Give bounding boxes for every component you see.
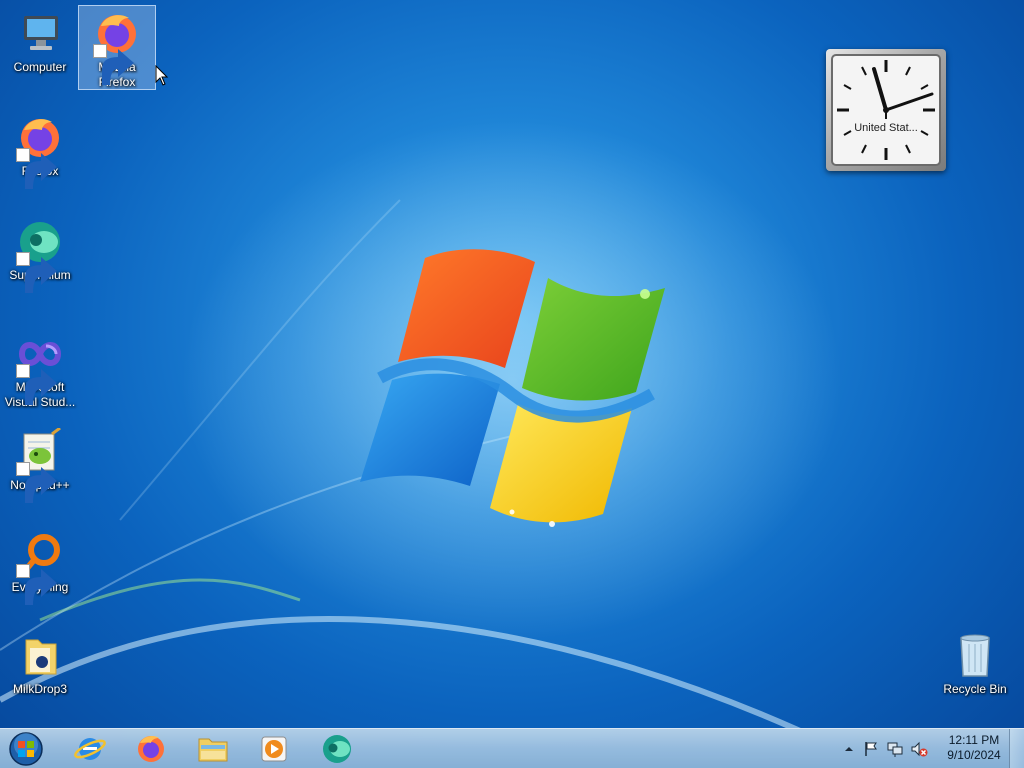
taskbar-clock[interactable]: 12:11 PM 9/10/2024: [939, 733, 1009, 763]
shortcut-arrow-icon: [16, 564, 57, 605]
desktop-icon-supermium[interactable]: Supermium: [1, 214, 79, 293]
desktop[interactable]: Computer Mozilla Firefox Firef: [0, 0, 1024, 768]
volume-muted-icon[interactable]: [910, 740, 928, 758]
action-center-flag-icon[interactable]: [862, 740, 880, 758]
desktop-icon-recycle-bin[interactable]: Recycle Bin: [936, 628, 1014, 698]
clock-gadget[interactable]: United Stat...: [826, 49, 946, 171]
taskbar-date: 9/10/2024: [947, 748, 1001, 762]
visual-studio-icon: [16, 330, 64, 405]
taskbar-windows-explorer[interactable]: [185, 731, 241, 767]
shortcut-arrow-icon: [16, 252, 57, 293]
desktop-icon-everything[interactable]: Everything: [1, 526, 79, 605]
taskbar-supermium[interactable]: [309, 731, 365, 767]
everything-search-icon: [16, 530, 64, 605]
supermium-icon: [323, 735, 351, 763]
network-icon[interactable]: [886, 740, 904, 758]
desktop-icon-milkdrop3[interactable]: MilkDrop3: [1, 628, 79, 698]
desktop-icon-firefox[interactable]: Firefox: [1, 110, 79, 189]
analog-clock-face: [831, 54, 941, 166]
shortcut-arrow-icon: [16, 364, 57, 405]
media-player-icon: [261, 736, 287, 762]
show-hidden-icons-icon[interactable]: [840, 740, 858, 758]
desktop-icon-mozilla-firefox[interactable]: Mozilla Firefox: [78, 5, 156, 90]
desktop-icon-visual-studio[interactable]: Microsoft Visual Stud...: [1, 326, 79, 409]
file-explorer-icon: [198, 738, 228, 762]
shortcut-arrow-icon: [16, 148, 57, 189]
clock-city-label: United Stat...: [854, 122, 918, 134]
desktop-icon-label: MilkDrop3: [12, 682, 67, 696]
desktop-icon-notepad-plus-plus[interactable]: Notepad++: [1, 424, 79, 503]
desktop-icon-label: Recycle Bin: [943, 682, 1007, 696]
recycle-bin-icon: [951, 632, 999, 680]
mouse-pointer-icon: [155, 65, 169, 87]
firefox-icon: [138, 735, 164, 762]
firefox-icon: [16, 114, 64, 189]
shortcut-arrow-icon: [93, 44, 134, 85]
desktop-icon-computer[interactable]: Computer: [1, 6, 79, 86]
system-tray: 12:11 PM 9/10/2024: [834, 729, 1024, 768]
taskbar-firefox[interactable]: [123, 731, 179, 767]
windows-start-orb-icon: [9, 732, 43, 766]
computer-icon: [16, 10, 64, 58]
start-button[interactable]: [6, 731, 46, 767]
notepad-plus-plus-icon: [16, 428, 64, 503]
show-desktop-button[interactable]: [1009, 729, 1024, 768]
taskbar: 12:11 PM 9/10/2024: [0, 728, 1024, 768]
taskbar-internet-explorer[interactable]: [62, 731, 118, 767]
shortcut-arrow-icon: [16, 462, 57, 503]
desktop-icon-label: Computer: [13, 60, 67, 74]
folder-icon: [16, 632, 64, 680]
taskbar-time: 12:11 PM: [948, 733, 1000, 747]
firefox-icon: [93, 10, 141, 85]
internet-explorer-icon: [74, 738, 106, 760]
taskbar-media-player[interactable]: [246, 731, 302, 767]
supermium-icon: [16, 218, 64, 293]
